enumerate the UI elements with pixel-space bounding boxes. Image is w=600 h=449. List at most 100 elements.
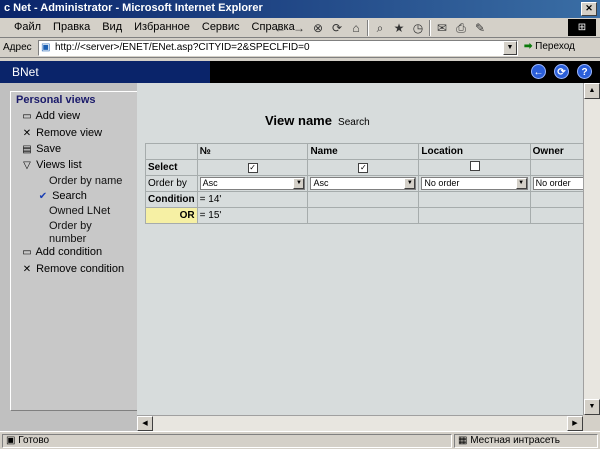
add-view-icon: ▭	[22, 111, 32, 122]
toolbar: ← → ⊗ ⟳ ⌂ ⌕ ★ ◷ ✉ ⎙ ✎	[272, 20, 488, 36]
scroll-left-icon[interactable]: ◀	[137, 416, 153, 431]
orderby-name-value: Asc	[313, 178, 329, 188]
chevron-down-icon: ▼	[404, 178, 416, 189]
sidebar-item-remove-condition[interactable]: ✕ Remove condition	[21, 263, 124, 275]
select-cell	[418, 159, 531, 176]
nav-back-icon[interactable]: ←	[531, 64, 546, 79]
menu-bar: Файл Правка Вид Избранное Сервис Справка…	[0, 18, 600, 38]
window-title: c Net - Administrator - Microsoft Intern…	[4, 2, 263, 14]
select-row-label: Select	[145, 159, 198, 176]
views-list-owned-lnet[interactable]: Owned LNet	[49, 205, 110, 217]
forward-icon[interactable]: →	[291, 20, 307, 36]
orderby-cell: Asc ▼	[307, 175, 420, 192]
condition-number-cell[interactable]: = 14'	[196, 191, 309, 208]
print-icon[interactable]: ⎙	[453, 20, 469, 36]
scroll-right-icon[interactable]: ▶	[567, 416, 583, 431]
go-button[interactable]: ➡ Переход	[524, 41, 575, 52]
go-arrow-icon: ➡	[524, 41, 533, 52]
condition-location-cell[interactable]	[418, 191, 531, 208]
refresh-icon[interactable]: ⟳	[329, 20, 345, 36]
intranet-icon: ▦	[458, 435, 468, 446]
condition-row-label: Condition	[145, 191, 198, 208]
scroll-up-icon[interactable]: ▲	[584, 83, 600, 99]
favorites-icon[interactable]: ★	[391, 20, 407, 36]
save-icon: ▤	[22, 144, 32, 155]
help-icon[interactable]: ?	[577, 64, 592, 79]
select-location-checkbox[interactable]	[469, 161, 480, 171]
column-header-name: Name	[307, 143, 420, 160]
select-name-checkbox[interactable]: ✓	[358, 163, 369, 173]
menu-file[interactable]: Файл	[14, 21, 41, 33]
sidebar-heading: Personal views	[16, 94, 96, 106]
orderby-cell: Asc ▼	[196, 175, 309, 192]
orderby-row-label: Order by	[145, 175, 198, 192]
or-number-cell[interactable]: = 15'	[196, 207, 309, 224]
add-condition-icon: ▭	[22, 247, 32, 258]
address-bar: Адрес ▣ http://<server>/ENET/ENet.asp?CI…	[0, 38, 600, 58]
sidebar-item-label: Search	[52, 190, 87, 202]
header-icons: ← ⟳ ?	[531, 64, 592, 79]
or-row: OR = 15'	[145, 207, 600, 224]
or-row-label: OR	[145, 207, 198, 224]
remove-view-icon: ✕	[22, 128, 32, 139]
stop-icon[interactable]: ⊗	[310, 20, 326, 36]
status-zone: Местная интрасеть	[470, 435, 560, 446]
select-row: Select ✓ ✓	[145, 159, 600, 176]
search-icon[interactable]: ⌕	[372, 20, 388, 36]
sidebar-item-label: Add condition	[35, 246, 103, 258]
sidebar-item-remove-view[interactable]: ✕ Remove view	[21, 127, 102, 139]
select-cell: ✓	[307, 159, 420, 176]
sidebar-item-save[interactable]: ▤ Save	[21, 143, 61, 155]
sidebar-item-views-list[interactable]: ▽ Views list	[21, 159, 82, 171]
orderby-location-value: No order	[424, 178, 460, 188]
remove-condition-icon: ✕	[22, 264, 32, 275]
condition-name-cell[interactable]	[307, 191, 420, 208]
address-input[interactable]: ▣ http://<server>/ENET/ENet.asp?CITYID=2…	[38, 40, 518, 56]
orderby-location-select[interactable]: No order ▼	[421, 177, 528, 190]
edit-icon[interactable]: ✎	[472, 20, 488, 36]
app-brand: BNet	[0, 61, 210, 83]
nav-refresh-icon[interactable]: ⟳	[554, 64, 569, 79]
views-list-order-by-number[interactable]: Order by number	[49, 220, 127, 246]
mail-icon[interactable]: ✉	[434, 20, 450, 36]
filter-icon: ▽	[23, 160, 31, 171]
menu-favorites[interactable]: Избранное	[134, 21, 190, 33]
or-location-cell[interactable]	[418, 207, 531, 224]
view-name-value: Search	[338, 117, 370, 128]
sidebar-item-label: Remove condition	[36, 263, 125, 275]
chevron-down-icon: ▼	[293, 178, 305, 189]
address-label: Адрес	[3, 42, 32, 53]
close-icon[interactable]: ✕	[581, 2, 597, 16]
select-cell: ✓	[196, 159, 309, 176]
address-dropdown-icon[interactable]: ▼	[503, 41, 517, 55]
orderby-owner-value: No order	[535, 178, 571, 188]
grid-corner-cell	[145, 143, 198, 160]
select-number-checkbox[interactable]: ✓	[247, 163, 258, 173]
check-icon: ✔	[38, 191, 48, 202]
home-icon[interactable]: ⌂	[348, 20, 364, 36]
vertical-scrollbar[interactable]: ▲ ▼	[583, 83, 600, 415]
view-name-label: View name	[265, 113, 332, 128]
orderby-row: Order by Asc ▼ Asc ▼ No order ▼ No order	[145, 175, 600, 192]
views-list-order-by-name[interactable]: Order by name	[49, 175, 122, 187]
menu-items: Файл Правка Вид Избранное Сервис Справка	[14, 21, 295, 33]
history-icon[interactable]: ◷	[410, 20, 426, 36]
menu-edit[interactable]: Правка	[53, 21, 90, 33]
horizontal-scrollbar[interactable]: ◀ ▶	[137, 415, 583, 431]
window-controls: ✕	[581, 2, 597, 16]
menu-view[interactable]: Вид	[102, 21, 122, 33]
orderby-number-select[interactable]: Asc ▼	[199, 177, 306, 190]
orderby-name-select[interactable]: Asc ▼	[310, 177, 417, 190]
menu-tools[interactable]: Сервис	[202, 21, 240, 33]
sidebar: Personal views ▭ Add view ✕ Remove view …	[0, 83, 137, 431]
sidebar-item-add-condition[interactable]: ▭ Add condition	[21, 246, 102, 258]
column-header-location: Location	[418, 143, 531, 160]
sidebar-item-label: Views list	[36, 159, 82, 171]
back-icon[interactable]: ←	[272, 20, 288, 36]
or-name-cell[interactable]	[307, 207, 420, 224]
views-list-search[interactable]: ✔ Search	[37, 190, 87, 202]
main-content: View name Search № Name Location Owner S…	[137, 83, 600, 415]
sidebar-item-add-view[interactable]: ▭ Add view	[21, 110, 80, 122]
scroll-down-icon[interactable]: ▼	[584, 399, 600, 415]
view-title: View name Search	[265, 113, 370, 128]
